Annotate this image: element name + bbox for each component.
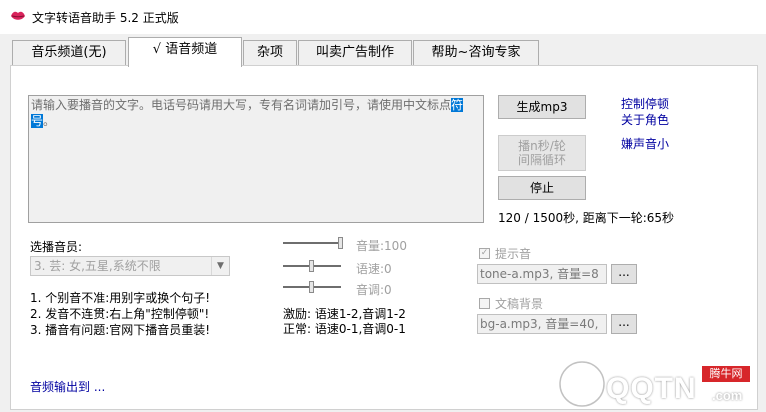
background-checkbox[interactable] bbox=[479, 298, 490, 309]
tab-help-label: 帮助~咨询专家 bbox=[431, 45, 521, 60]
watermark-badge: 腾牛网 bbox=[702, 366, 750, 382]
pitch-slider-thumb[interactable] bbox=[309, 281, 314, 293]
about-role-link[interactable]: 关于角色 bbox=[621, 111, 669, 128]
tone-file-field[interactable]: tone-a.mp3, 音量=8 bbox=[477, 264, 607, 284]
noise-small-link[interactable]: 嫌声音小 bbox=[621, 135, 669, 152]
watermark-suffix: .com bbox=[712, 388, 743, 403]
check-icon: ✓ bbox=[480, 248, 489, 258]
pitch-label: 音调:0 bbox=[356, 283, 392, 297]
voice-select-value: 3. 芸: 女,五星,系统不限 bbox=[34, 259, 161, 273]
control-pause-link[interactable]: 控制停顿 bbox=[621, 95, 669, 112]
speech-text-tail: 。 bbox=[43, 114, 56, 128]
voice-select[interactable]: 3. 芸: 女,五星,系统不限 ▼ bbox=[30, 256, 230, 276]
loop-play-line1: 播n秒/轮 bbox=[518, 139, 566, 153]
preset-normal: 正常: 语速0-1,音调0-1 bbox=[283, 322, 406, 336]
tab-voice[interactable]: √ 语音频道 bbox=[128, 37, 242, 67]
stop-button[interactable]: 停止 bbox=[498, 176, 586, 200]
window-title: 文字转语音助手 5.2 正式版 bbox=[32, 11, 179, 25]
volume-label: 音量:100 bbox=[356, 239, 407, 253]
voice-label: 选播音员: bbox=[30, 240, 83, 254]
progress-status: 120 / 1500秒, 距离下一轮:65秒 bbox=[498, 211, 675, 225]
tab-help[interactable]: 帮助~咨询专家 bbox=[413, 40, 539, 65]
tab-ad-making[interactable]: 叫卖广告制作 bbox=[298, 40, 412, 65]
speech-text-input[interactable]: 请输入要播音的文字。电话号码请用大写，专有名词请加引号，请使用中文标点符号。 bbox=[28, 95, 484, 223]
background-label: 文稿背景 bbox=[495, 297, 544, 311]
tip-3: 3. 播音有问题:官网下播音员重装! bbox=[30, 323, 211, 337]
tab-misc-label: 杂项 bbox=[256, 45, 283, 60]
volume-slider-track[interactable] bbox=[283, 242, 341, 244]
tab-ad-making-label: 叫卖广告制作 bbox=[315, 45, 394, 60]
speech-text: 请输入要播音的文字。电话号码请用大写，专有名词请加引号，请使用中文标点 bbox=[31, 98, 452, 112]
audio-output-link[interactable]: 音频输出到 ... bbox=[30, 378, 105, 395]
lips-icon bbox=[11, 11, 25, 20]
loop-play-button[interactable]: 播n秒/轮 间隔循环 bbox=[498, 135, 586, 171]
tone-checkbox[interactable]: ✓ bbox=[479, 248, 490, 259]
tab-music[interactable]: 音乐频道(无) bbox=[12, 40, 126, 65]
tab-music-label: 音乐频道(无) bbox=[31, 45, 107, 60]
tone-label: 提示音 bbox=[495, 247, 532, 261]
tab-voice-label: √ 语音频道 bbox=[152, 42, 218, 57]
chevron-down-icon[interactable]: ▼ bbox=[211, 257, 229, 275]
tip-2: 2. 发音不连贯:右上角"控制停顿"! bbox=[30, 307, 210, 321]
qqtn-logo-icon bbox=[558, 360, 606, 408]
tone-browse-button[interactable]: ... bbox=[611, 264, 637, 284]
tab-misc[interactable]: 杂项 bbox=[243, 40, 297, 65]
speed-label: 语速:0 bbox=[356, 262, 392, 276]
background-browse-button[interactable]: ... bbox=[611, 314, 637, 334]
background-file-field[interactable]: bg-a.mp3, 音量=40, bbox=[477, 314, 607, 334]
volume-slider-thumb[interactable] bbox=[338, 237, 343, 249]
generate-mp3-button[interactable]: 生成mp3 bbox=[498, 95, 586, 119]
tip-1: 1. 个别音不准:用别字或换个句子! bbox=[30, 291, 211, 305]
speed-slider-thumb[interactable] bbox=[309, 260, 314, 272]
loop-play-line2: 间隔循环 bbox=[517, 153, 566, 167]
watermark-brand: QQTN bbox=[606, 372, 697, 405]
